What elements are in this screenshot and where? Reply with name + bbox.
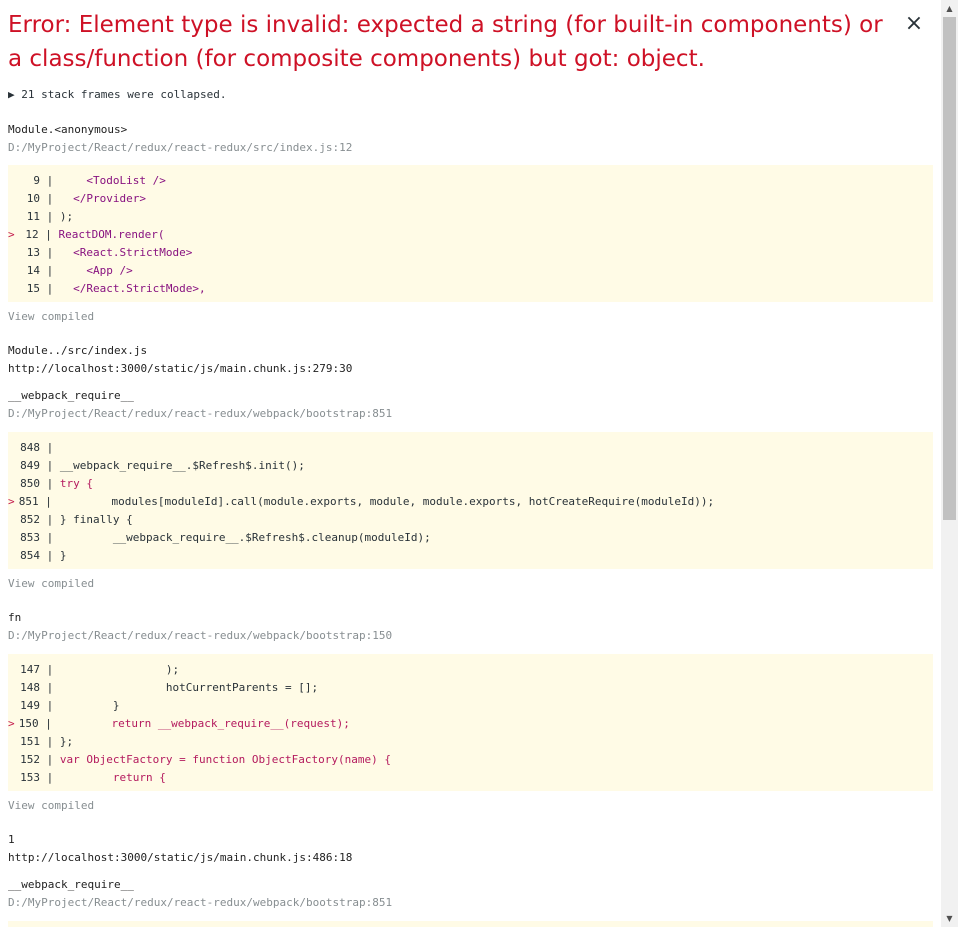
close-icon[interactable]: ×: [904, 12, 924, 36]
frame-function-name: Module../src/index.js: [8, 344, 148, 357]
code-line: 14 | <App />: [26, 264, 133, 277]
frame-location: http://localhost:3000/static/js/main.chu…: [8, 851, 353, 864]
code-line: 147 | );: [20, 663, 180, 676]
code-line: 853 | __webpack_require__.$Refresh$.clea…: [20, 531, 431, 544]
view-compiled-link[interactable]: View compiled: [8, 799, 94, 812]
frame-location: D:/MyProject/React/redux/react-redux/web…: [8, 896, 393, 909]
code-line: 148 | hotCurrentParents = [];: [20, 681, 319, 694]
code-line: 13 | <React.StrictMode>: [26, 246, 193, 259]
scroll-down-icon[interactable]: ▼: [941, 910, 958, 927]
frame-location: D:/MyProject/React/redux/react-redux/web…: [8, 629, 393, 642]
frame-function-name: 1: [8, 833, 15, 846]
code-snippet: 147 | ); 148 | hotCurrentParents = []; 1…: [8, 654, 933, 791]
scrollbar[interactable]: ▲ ▼: [941, 0, 958, 927]
code-line: 10 | </Provider>: [26, 192, 146, 205]
frame-location: D:/MyProject/React/redux/react-redux/src…: [8, 141, 353, 154]
code-line: 850 | try {: [20, 477, 93, 490]
frame-location: D:/MyProject/React/redux/react-redux/web…: [8, 407, 393, 420]
code-line: 151 | };: [20, 735, 74, 748]
error-title: Error: Element type is invalid: expected…: [8, 12, 883, 72]
view-compiled-link[interactable]: View compiled: [8, 577, 94, 590]
code-line-highlighted: >851 | modules[moduleId].call(module.exp…: [8, 495, 715, 508]
frame-function-name: Module.<anonymous>: [8, 123, 128, 136]
frame-function-name: __webpack_require__: [8, 389, 134, 402]
code-line: 849 | __webpack_require__.$Refresh$.init…: [20, 459, 305, 472]
code-line: 854 | }: [20, 549, 67, 562]
error-overlay: Error: Element type is invalid: expected…: [8, 0, 933, 927]
code-line: 852 | } finally {: [20, 513, 133, 526]
code-line: 848 |: [20, 441, 60, 454]
code-line: 11 | );: [26, 210, 74, 223]
code-line-highlighted: >150 | return __webpack_require__(reques…: [8, 717, 350, 730]
scrollbar-thumb[interactable]: [943, 17, 956, 520]
code-line: 15 | </React.StrictMode>,: [26, 282, 206, 295]
code-line-highlighted: >12 | ReactDOM.render(: [8, 228, 165, 241]
code-snippet: 848 | 849 | __webpack_require__.$Refresh…: [8, 432, 933, 569]
collapsed-frames-toggle[interactable]: ▶ 21 stack frames were collapsed.: [8, 88, 227, 101]
code-line: 153 | return {: [20, 771, 166, 784]
scroll-up-icon[interactable]: ▲: [941, 0, 958, 17]
code-line: 9 | <TodoList />: [33, 174, 166, 187]
frame-location: http://localhost:3000/static/js/main.chu…: [8, 362, 353, 375]
frame-function-name: fn: [8, 611, 22, 624]
frame-function-name: __webpack_require__: [8, 878, 134, 891]
code-snippet: 9 | <TodoList /> 10 | </Provider> 11 | )…: [8, 165, 933, 302]
code-snippet: [8, 921, 933, 927]
view-compiled-link[interactable]: View compiled: [8, 310, 94, 323]
code-line: 152 | var ObjectFactory = function Objec…: [20, 753, 392, 766]
code-line: 149 | }: [20, 699, 120, 712]
